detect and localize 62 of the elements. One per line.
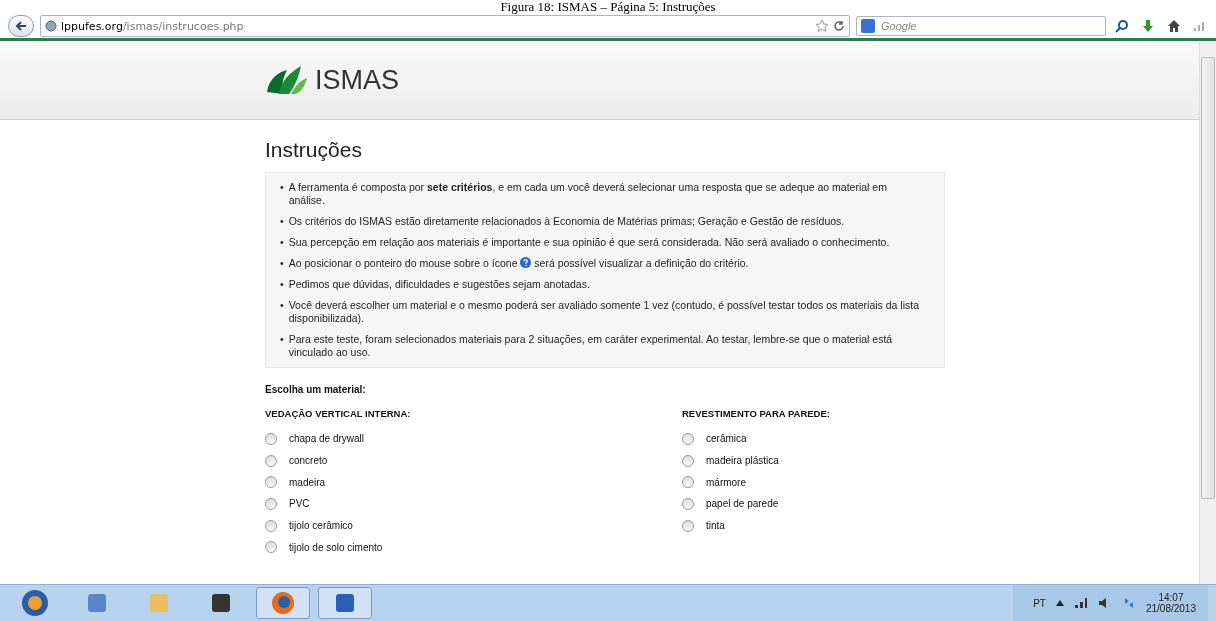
instruction-text: Você deverá escolher um material e o mesmo poderá ser avaliado somente 1 vez (contudo, é possível testar todos os materiais da lista disponibilizada). (288, 299, 920, 325)
radio-button[interactable] (682, 476, 694, 489)
network-icon[interactable] (1073, 597, 1088, 609)
group-heading: REVESTIMENTO PARA PAREDE: (682, 408, 831, 419)
figure-caption: Figura 18: ISMAS – Página 5: Instruções (500, 0, 716, 14)
radio-button[interactable] (265, 476, 277, 489)
option-label: PVC (289, 498, 310, 510)
language-indicator[interactable]: PT (1033, 597, 1046, 609)
radio-button[interactable] (265, 497, 277, 510)
radio-button[interactable] (265, 454, 277, 467)
bullet-marker: • (280, 236, 284, 249)
radio-button[interactable] (682, 454, 694, 467)
instruction-text: Os critérios do ISMAS estão diretamente relacionados à Economia de Matérias primas; Geração e Gestão de resíduos. (288, 215, 845, 228)
instruction-text: Pedimos que dúvidas, dificuldades e sugestões sejam anotadas. (288, 278, 590, 291)
help-icon (520, 257, 532, 268)
option-label: papel de parede (706, 498, 779, 510)
group-heading: VEDAÇÃO VERTICAL INTERNA: (265, 408, 412, 419)
radio-button[interactable] (682, 432, 694, 445)
address-field[interactable]: lppufes.org/ismas/instrucoes.php (40, 15, 850, 37)
back-button[interactable] (8, 15, 34, 37)
instruction-text: será possível visualizar a definição do critério. (534, 257, 749, 269)
scrollbar[interactable] (1199, 41, 1216, 584)
instruction-text: A ferramenta é composta por sete critérios, e em cada um você deverá selecionar uma resposta que se adeque ao material em análise. (288, 181, 888, 207)
bullet-marker: • (280, 215, 284, 228)
reload-icon[interactable] (833, 20, 845, 32)
option-label: mármore (706, 476, 746, 488)
option-label: tijolo de solo cimento (289, 541, 383, 553)
url-path: /ismas/instrucoes.php (122, 19, 244, 33)
radio-button[interactable] (265, 519, 277, 532)
option-label: concreto (289, 455, 328, 467)
instruction-text: Ao posicionar o ponteiro do mouse sobre o ícone (288, 257, 518, 269)
search-field[interactable]: Google (856, 16, 1106, 36)
option-label: tinta (706, 520, 725, 532)
option-label: madeira (289, 476, 326, 488)
page-title: Instruções (265, 138, 363, 162)
radio-button[interactable] (682, 519, 694, 532)
clock-time[interactable]: 14:07 (1158, 592, 1184, 603)
radio-button[interactable] (265, 541, 277, 554)
url-domain: lppufes.org (61, 19, 123, 33)
taskbar-app-button[interactable] (318, 587, 372, 619)
instruction-text: Sua percepção em relação aos materiais é importante e sua opinião é que será considerada. Não será avaliado o conhecimento. (288, 236, 890, 249)
app-icon (210, 592, 232, 614)
leaf-logo-icon (265, 64, 309, 96)
option-label: madeira plástica (706, 455, 779, 467)
bullet-marker: • (280, 333, 284, 347)
choose-label: Escolha um material: (265, 384, 367, 395)
caret-icon[interactable] (1055, 600, 1064, 606)
bullet-marker: • (280, 299, 284, 313)
bullet-marker: • (280, 257, 284, 270)
option-label: chapa de drywall (289, 433, 365, 445)
bullet-marker: • (280, 278, 284, 291)
option-label: tijolo cerâmico (289, 520, 353, 532)
clock-date[interactable]: 21/08/2013 (1145, 603, 1196, 614)
star-icon[interactable] (815, 19, 829, 33)
radio-button[interactable] (682, 497, 694, 510)
option-label: cerâmica (706, 433, 747, 445)
instruction-text: Para este teste, foram selecionados materiais para 2 situações, em caráter experimental. Ao testar, lembre-se que o material está vinculado ao uso. (288, 333, 894, 359)
bullet-marker: • (280, 181, 284, 195)
logo-text: ISMAS (315, 64, 400, 96)
taskbar-app-button[interactable] (256, 587, 310, 619)
radio-button[interactable] (265, 432, 277, 445)
back-arrow-icon (15, 20, 27, 32)
